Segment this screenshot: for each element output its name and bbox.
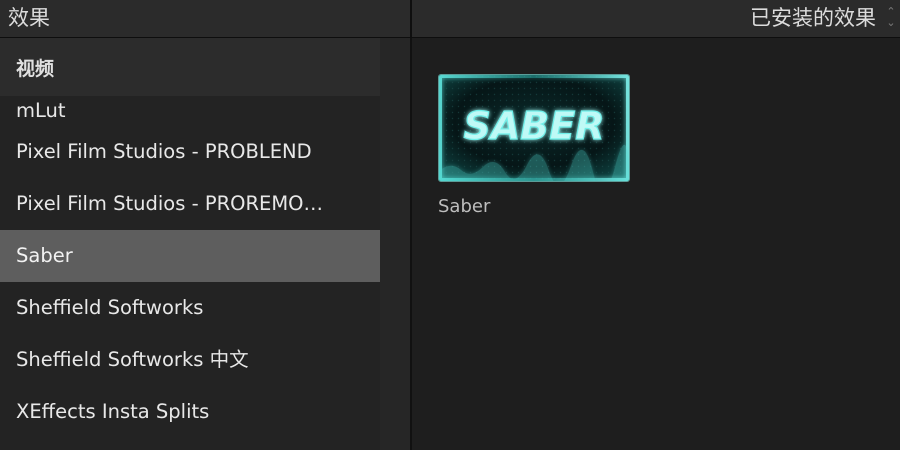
sidebar-item-sheffield-softworks[interactable]: Sheffield Softworks <box>0 282 380 334</box>
effects-grid: SABER Saber <box>412 38 900 450</box>
sidebar-item-sheffield-softworks-chinese[interactable]: Sheffield Softworks 中文 <box>0 334 380 386</box>
section-header-video: 视频 <box>0 38 380 96</box>
effect-label-saber: Saber <box>438 196 491 217</box>
sidebar-item-pixel-film-studios-problend[interactable]: Pixel Film Studios - PROBLEND <box>0 126 380 178</box>
sidebar-item-pixel-film-studios-proremo[interactable]: Pixel Film Studios - PROREMO… <box>0 178 380 230</box>
sidebar-item-saber[interactable]: Saber <box>0 230 380 282</box>
browser-header: 效果 已安装的效果 ⌃ ⌄ <box>0 0 900 38</box>
up-down-chevron-icon[interactable]: ⌃ ⌄ <box>884 6 898 30</box>
sidebar-scroll-gutter[interactable] <box>380 38 410 450</box>
sidebar-item-xeffects-insta-splits[interactable]: XEffects Insta Splits <box>0 386 380 438</box>
category-sidebar: 视频 mLut Pixel Film Studios - PROBLEND Pi… <box>0 38 380 450</box>
sidebar-item-mlut[interactable]: mLut <box>0 96 380 126</box>
header-divider <box>410 0 412 37</box>
effect-tile-saber[interactable]: SABER Saber <box>438 74 630 217</box>
thumbnail-saber-text: SABER <box>464 104 605 148</box>
installed-effects-title[interactable]: 已安装的效果 <box>750 4 876 32</box>
effect-thumbnail[interactable]: SABER <box>438 74 630 182</box>
effects-browser-title: 效果 <box>8 6 50 30</box>
